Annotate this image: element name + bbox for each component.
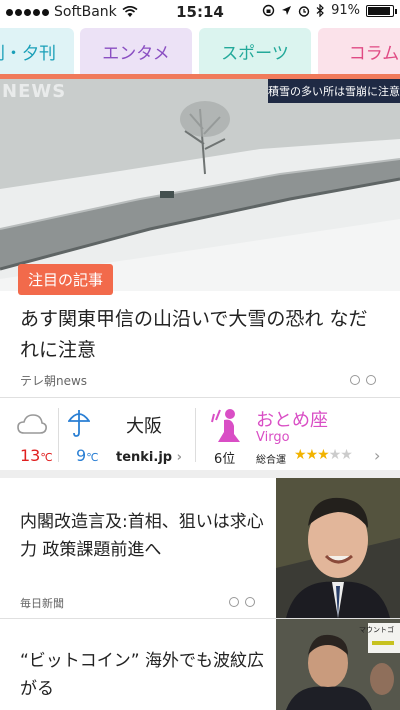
article-list-item[interactable]: 内閣改造言及:首相、狙いは求心力 政策課題前進へ 毎日新聞 (0, 478, 400, 618)
luck-rating: ★★★★★ (294, 447, 353, 463)
pager-dot (366, 375, 376, 385)
bluetooth-icon (316, 4, 324, 17)
weather-provider: tenki.jp › (116, 450, 182, 465)
low-temperature: 9℃ (76, 446, 99, 465)
star-filled-icon: ★ (317, 447, 330, 463)
chevron-right-icon: › (172, 450, 182, 465)
news-ticker: 積雪の多い所は雪崩に注意 (268, 79, 400, 103)
star-filled-icon: ★ (305, 447, 319, 463)
category-tabs: 刊・夕刊 エンタメ スポーツ コラム (0, 28, 400, 78)
carousel-pager (350, 375, 376, 385)
alarm-icon (298, 5, 310, 17)
pager-dot (350, 375, 360, 385)
pager-dot (245, 597, 255, 607)
news-logo: NEWS (2, 81, 67, 102)
article-title: “ビットコイン” 海外でも波紋広がる (20, 651, 265, 699)
thumbnail-caption: マウントゴ (359, 626, 394, 634)
horoscope-rank: 6位 (214, 452, 236, 467)
battery-icon (366, 4, 397, 17)
tab-morning-evening[interactable]: 刊・夕刊 (0, 28, 74, 74)
carousel-pager (229, 597, 255, 607)
zodiac-sign: おとめ座 (256, 410, 328, 431)
zodiac-sign-english: Virgo (256, 430, 290, 445)
virgo-icon (211, 409, 240, 442)
article-list-item[interactable]: “ビットコイン” 海外でも波紋広がる マウントゴ (0, 619, 400, 710)
featured-headline[interactable]: あす関東甲信の山沿いで大雪の恐れ なだれに注意 (20, 304, 384, 366)
umbrella-icon (68, 410, 90, 437)
system-indicators: 91% (262, 3, 397, 18)
article-title: 内閣改造言及:首相、狙いは求心力 政策課題前進へ (20, 512, 264, 560)
battery-percent: 91% (331, 3, 360, 18)
section-gap (0, 470, 400, 478)
star-filled-icon: ★ (294, 447, 307, 463)
star-empty-icon: ★ (340, 447, 353, 463)
article-thumbnail: マウントゴ (276, 619, 400, 710)
weather-horoscope-widget: 13℃ 9℃ 大阪 tenki.jp › おとめ座 Virgo 6位 総合運 ★… (0, 398, 400, 470)
weather-city: 大阪 (126, 416, 162, 437)
star-empty-icon: ★ (328, 447, 342, 463)
article-thumbnail (276, 478, 400, 618)
overall-luck-label: 総合運 (256, 455, 286, 466)
pager-dot (229, 597, 239, 607)
featured-article-image[interactable]: NEWS 積雪の多い所は雪崩に注意 (0, 79, 400, 291)
snow-scene-image (0, 79, 400, 291)
horoscope-widget[interactable]: おとめ座 Virgo 6位 総合運 ★★★★★ › (196, 398, 400, 470)
featured-badge: 注目の記事 (18, 264, 114, 295)
status-bar: SoftBank 15:14 91% (0, 0, 400, 24)
featured-source: テレ朝news (20, 374, 88, 388)
weather-widget[interactable]: 13℃ 9℃ 大阪 tenki.jp › (0, 398, 195, 470)
tab-entertainment[interactable]: エンタメ (80, 28, 192, 74)
rotation-lock-icon (262, 4, 275, 17)
cloud-icon (17, 414, 47, 434)
article-source: 毎日新聞 (20, 597, 64, 610)
location-icon (282, 6, 292, 15)
high-temperature: 13℃ (20, 446, 53, 465)
weather-divider (58, 408, 59, 462)
tab-sports[interactable]: スポーツ (199, 28, 311, 74)
chevron-right-icon: › (374, 446, 381, 465)
tab-column[interactable]: コラム (318, 28, 400, 74)
